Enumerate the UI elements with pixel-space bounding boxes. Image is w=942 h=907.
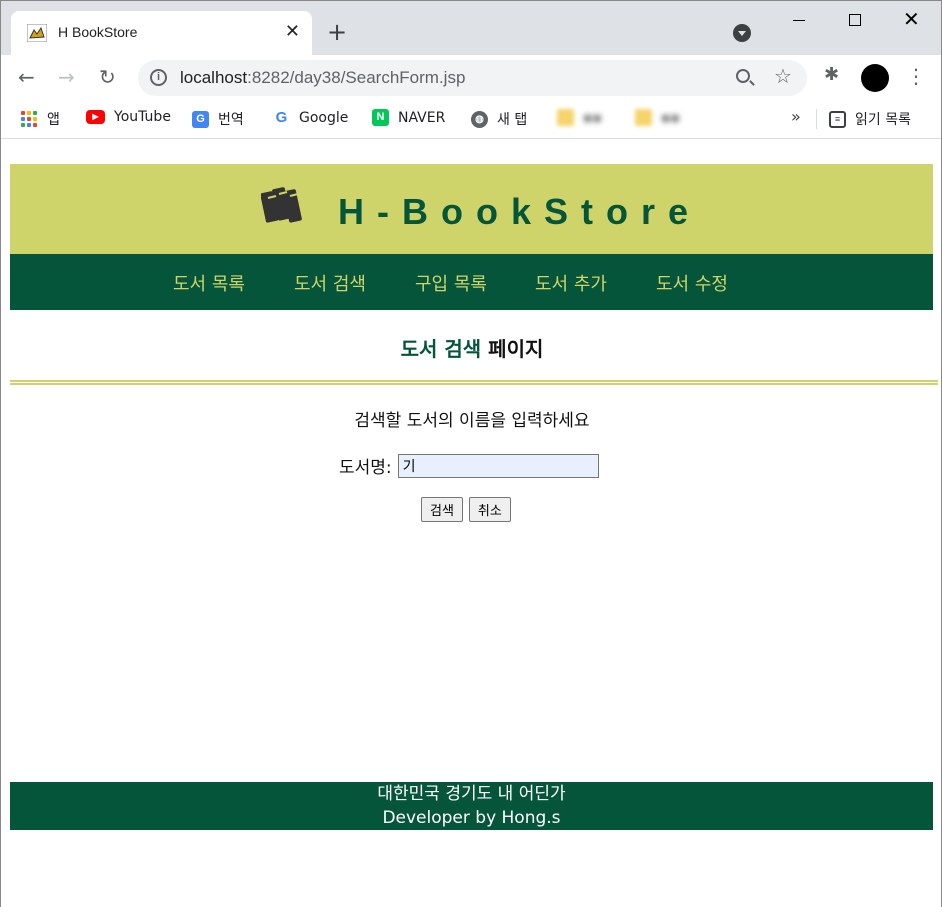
new-tab-icon[interactable]: + [327, 19, 347, 45]
site-info-icon[interactable]: i [150, 69, 167, 86]
page-heading: 도서 검색 페이지 [1, 333, 942, 362]
form-buttons: 검색 취소 [421, 497, 511, 522]
site-header: H-BookStore [10, 164, 933, 254]
window-close-icon[interactable]: ✕ [903, 7, 920, 31]
maximize-icon[interactable] [849, 14, 861, 26]
bookmark-youtube[interactable]: ▶ YouTube [86, 109, 171, 125]
cancel-button[interactable]: 취소 [468, 497, 511, 522]
blurred-label: ▪▪ [583, 109, 602, 126]
reload-icon[interactable]: ↻ [99, 64, 116, 90]
book-name-label: 도서명: [339, 458, 392, 478]
browser-toolbar: ← → ↻ i localhost:8282/day38/SearchForm.… [1, 55, 941, 99]
address-bar[interactable]: i localhost:8282/day38/SearchForm.jsp ☆ [138, 60, 807, 96]
bookmark-new-tab[interactable]: ◍ 새 탭 [471, 109, 527, 129]
tab-title: H BookStore [58, 24, 138, 40]
minimize-icon[interactable] [793, 20, 805, 21]
bookmark-separator [816, 109, 817, 129]
extensions-puzzle-icon[interactable]: ✱ [824, 64, 839, 85]
bookmark-label: NAVER [398, 109, 446, 126]
page-heading-accent: 도서 검색 [400, 337, 482, 361]
url-path: :8282/day38/SearchForm.jsp [247, 68, 466, 87]
back-arrow-icon[interactable]: ← [18, 64, 35, 90]
naver-icon: N [372, 109, 389, 126]
bookmark-label: YouTube [114, 109, 171, 125]
search-prompt: 검색할 도서의 이름을 입력하세요 [354, 411, 590, 431]
browser-window: H BookStore ✕ + ✕ ← → ↻ i localhost:8282… [0, 0, 942, 907]
book-name-field-row: 도서명: [339, 453, 599, 478]
blurred-label: ▪▪ [661, 109, 680, 126]
site-title: H-BookStore [338, 191, 702, 232]
bookmark-apps[interactable]: 앱 [21, 109, 60, 129]
tomcat-favicon-icon [27, 24, 47, 42]
bookmark-label: 번역 [218, 112, 244, 128]
heading-divider [10, 380, 938, 385]
search-button[interactable]: 검색 [421, 497, 463, 522]
page-heading-rest: 페이지 [481, 337, 544, 361]
bookmark-translate[interactable]: G 번역 [192, 109, 244, 129]
bookmark-folder-blurred[interactable]: ▪▪ [635, 109, 680, 126]
reading-list-icon: ≡ [829, 110, 846, 128]
globe-icon: ◍ [471, 110, 488, 128]
site-footer: 대한민국 경기도 내 어딘가 Developer by Hong.s [10, 782, 933, 830]
nav-edit-book[interactable]: 도서 수정 [656, 270, 728, 296]
bookmarks-bar: 앱 ▶ YouTube G 번역 G Google N NAVER ◍ 새 탭 … [1, 99, 941, 139]
more-bookmarks-icon[interactable]: » [791, 107, 801, 126]
books-icon [261, 187, 302, 223]
url-host: localhost [180, 68, 248, 87]
nav-purchase-list[interactable]: 구입 목록 [415, 270, 487, 296]
reading-list-label: 읽기 목록 [855, 112, 911, 128]
bookmark-naver[interactable]: N NAVER [372, 109, 445, 126]
url-text[interactable]: localhost:8282/day38/SearchForm.jsp [180, 68, 465, 88]
youtube-icon: ▶ [86, 110, 105, 124]
apps-grid-icon [21, 110, 38, 128]
bookmark-google[interactable]: G Google [273, 109, 348, 126]
tab-strip: H BookStore ✕ + ✕ [1, 1, 941, 55]
bookmark-folder-blurred[interactable]: ▪▪ [557, 109, 602, 126]
nav-book-list[interactable]: 도서 목록 [173, 270, 245, 296]
folder-icon [557, 109, 574, 126]
footer-address: 대한민국 경기도 내 어딘가 [377, 784, 566, 804]
footer-developer: Developer by Hong.s [382, 808, 561, 828]
nav-add-book[interactable]: 도서 추가 [535, 270, 607, 296]
bookmark-label: Google [299, 109, 349, 126]
bookmark-star-icon[interactable]: ☆ [774, 64, 792, 88]
tab-close-icon[interactable]: ✕ [285, 21, 300, 43]
nav-book-search[interactable]: 도서 검색 [294, 270, 366, 296]
book-name-input[interactable] [397, 453, 599, 478]
forward-arrow-icon[interactable]: → [58, 64, 75, 90]
zoom-icon[interactable] [736, 69, 750, 83]
reading-list[interactable]: ≡ 읽기 목록 [829, 109, 911, 129]
web-page: H-BookStore 도서 목록 도서 검색 구입 목록 도서 추가 도서 수… [1, 140, 941, 907]
folder-icon [635, 109, 652, 126]
browser-tab[interactable]: H BookStore ✕ [11, 11, 312, 55]
bookmark-label: 앱 [47, 112, 60, 128]
google-icon: G [273, 109, 290, 126]
tab-search-icon[interactable] [733, 24, 751, 42]
site-nav: 도서 목록 도서 검색 구입 목록 도서 추가 도서 수정 [10, 254, 933, 310]
translate-icon: G [192, 110, 209, 128]
menu-kebab-icon[interactable]: ⋮ [906, 63, 926, 89]
profile-avatar[interactable] [861, 64, 889, 92]
bookmark-label: 새 탭 [497, 112, 528, 128]
